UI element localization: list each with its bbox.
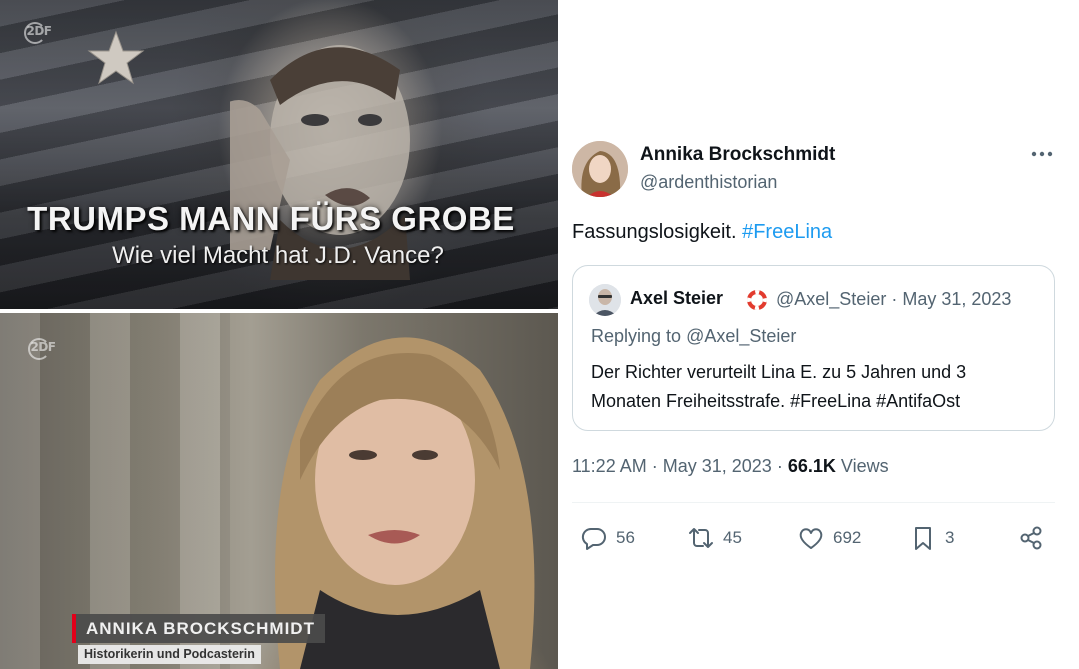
more-icon[interactable] <box>1030 148 1054 160</box>
quoted-avatar[interactable] <box>589 284 621 316</box>
headline: TRUMPS MANN FÜRS GROBE <box>27 200 515 237</box>
like-button[interactable]: 692 <box>797 520 861 556</box>
star-icon <box>87 30 145 85</box>
zdf-logo: 2DF <box>28 336 58 360</box>
retweet-button[interactable]: 45 <box>687 520 742 556</box>
share-button[interactable] <box>1017 520 1045 556</box>
tweet-date[interactable]: May 31, 2023 <box>663 456 772 476</box>
avatar-image <box>572 141 628 197</box>
retweet-count: 45 <box>723 528 742 547</box>
retweet-icon <box>689 528 713 548</box>
vance-portrait <box>230 45 410 280</box>
bookmark-icon <box>915 527 931 550</box>
display-name[interactable]: Annika Brockschmidt <box>640 144 835 166</box>
replying-to: Replying to @Axel_Steier <box>591 326 796 347</box>
lifebuoy-badge-icon <box>747 290 767 310</box>
subheadline: Wie viel Macht hat J.D. Vance? <box>112 242 444 269</box>
meta-separator: · <box>651 456 658 476</box>
quoted-tweet[interactable]: Axel Steier @Axel_Steier · May 31, 2023 … <box>572 265 1055 431</box>
like-icon <box>799 528 823 549</box>
views-label: Views <box>840 456 889 476</box>
quoted-text-line: Monaten Freiheitsstrafe. #FreeLina #Anti… <box>591 391 961 411</box>
quoted-avatar-image <box>589 284 621 316</box>
lower-third: ANNIKA BROCKSCHMIDT Historikerin und Pod… <box>72 614 325 664</box>
quoted-date[interactable]: May 31, 2023 <box>902 289 1011 309</box>
lower-third-role: Historikerin und Podcasterin <box>78 645 261 664</box>
tweet-card: Annika Brockschmidt @ardenthistorian Fas… <box>560 0 1079 669</box>
avatar[interactable] <box>572 141 628 197</box>
tweet-timestamp: 11:22 AM · May 31, 2023 · 66.1K Views <box>572 456 889 477</box>
divider <box>572 502 1055 503</box>
replying-to-handle[interactable]: @Axel_Steier <box>686 326 796 346</box>
quoted-display-name[interactable]: Axel Steier <box>630 288 723 309</box>
handle[interactable]: @ardenthistorian <box>640 172 777 193</box>
lower-third-name: ANNIKA BROCKSCHMIDT <box>72 614 325 643</box>
quoted-meta: @Axel_Steier · May 31, 2023 <box>776 289 1011 310</box>
reply-button[interactable]: 56 <box>580 520 635 556</box>
like-count: 692 <box>833 528 862 547</box>
tweet-actions: 56 45 692 3 <box>572 520 1055 556</box>
meta-separator: · <box>891 289 898 309</box>
tv-still-vance: 2DF TRUMPS MANN FÜRS GROBE Wie viel Mach… <box>0 0 558 309</box>
quoted-text: Der Richter verurteilt Lina E. zu 5 Jahr… <box>591 358 1046 416</box>
zdf-logo: 2DF <box>24 20 54 44</box>
reply-count: 56 <box>616 528 635 547</box>
bookmark-button[interactable]: 3 <box>909 520 954 556</box>
tweet-time[interactable]: 11:22 AM <box>572 456 647 476</box>
quoted-text-line: Der Richter verurteilt Lina E. zu 5 Jahr… <box>591 362 967 382</box>
reply-icon <box>581 527 606 550</box>
bookmark-count: 3 <box>945 528 955 547</box>
tweet-body: Fassungslosigkeit. <box>572 221 737 243</box>
share-icon <box>1020 526 1042 550</box>
hashtag-link[interactable]: #FreeLina <box>742 221 832 243</box>
views-count[interactable]: 66.1K <box>788 456 836 476</box>
quoted-handle[interactable]: @Axel_Steier <box>776 289 886 309</box>
tweet-text: Fassungslosigkeit. #FreeLina <box>572 221 832 244</box>
replying-to-prefix: Replying to <box>591 326 682 346</box>
meta-separator: · <box>776 456 783 476</box>
